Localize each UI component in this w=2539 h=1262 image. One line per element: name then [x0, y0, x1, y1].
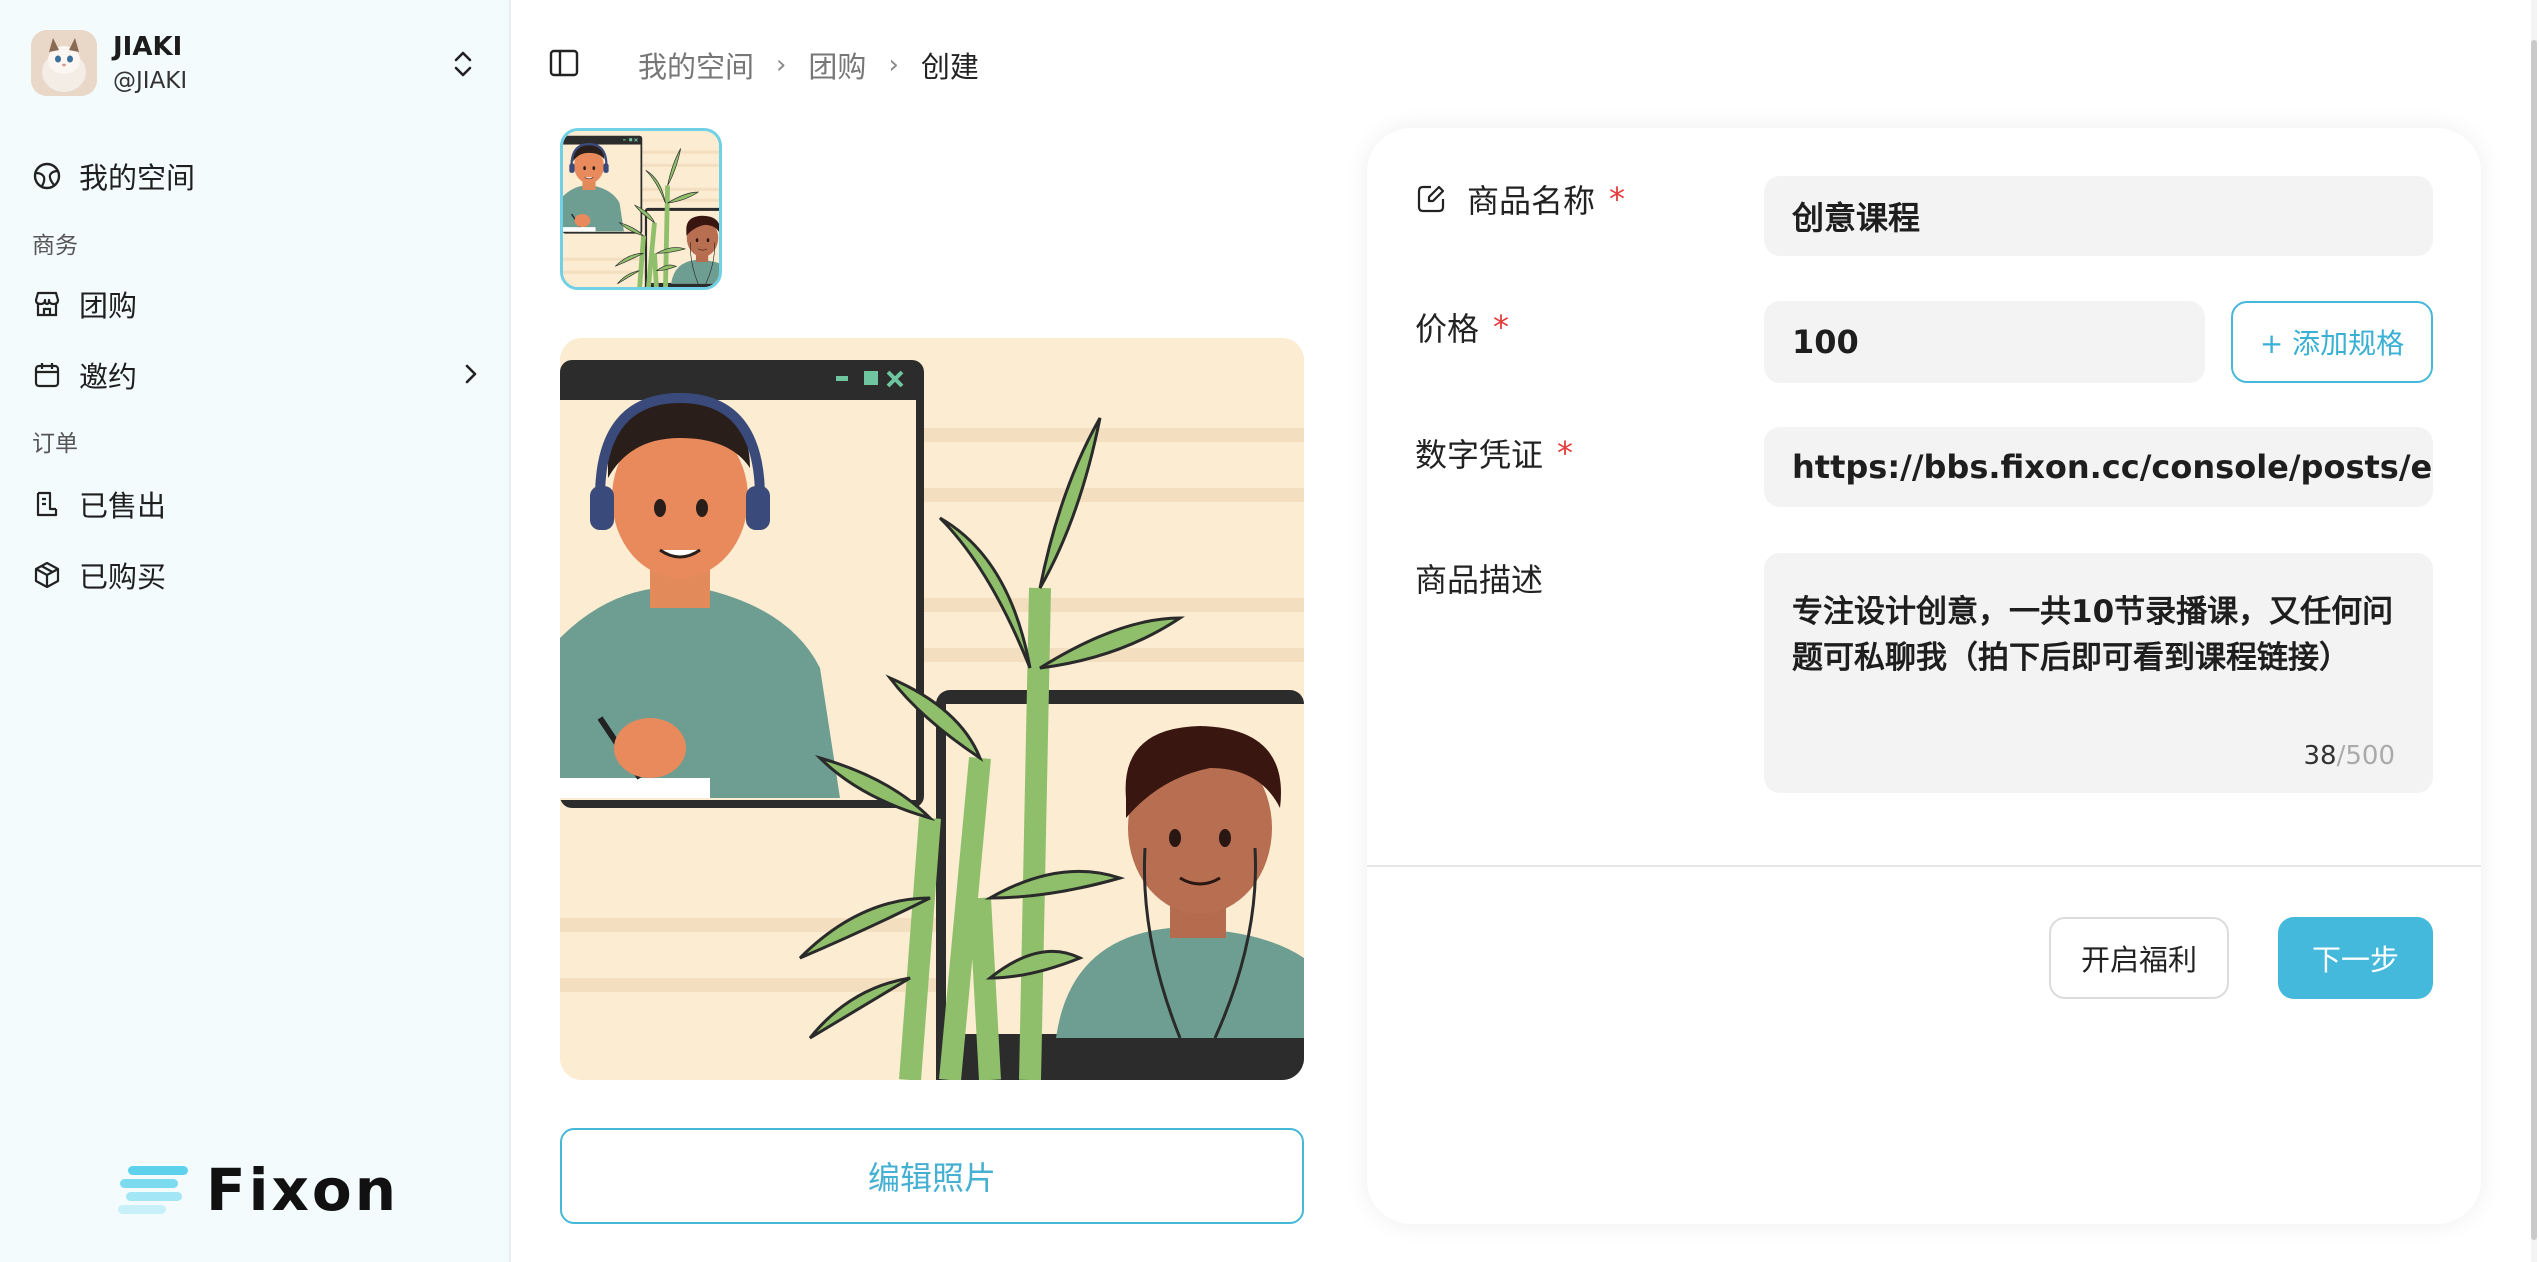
edit-photo-button[interactable]: 编辑照片 — [560, 1128, 1304, 1224]
sidebar-item-label: 邀约 — [79, 360, 138, 394]
calendar-icon — [31, 359, 63, 391]
sidebar-toggle-icon[interactable] — [548, 47, 580, 79]
voucher-label-text: 数字凭证 — [1415, 436, 1544, 474]
brand-logo: Fixon — [118, 1156, 399, 1224]
sidebar-item-invite[interactable]: 邀约 — [31, 350, 481, 400]
enable-welfare-button[interactable]: 开启福利 — [2049, 917, 2229, 999]
account-switcher[interactable]: JIAKI @JIAKI — [31, 30, 481, 98]
store-icon — [31, 288, 63, 320]
profile-handle: @JIAKI — [113, 68, 188, 94]
description-label: 商品描述 — [1415, 555, 1543, 601]
photo-thumbnail[interactable] — [560, 128, 722, 290]
product-name-label: 商品名称 * — [1415, 176, 1625, 222]
required-mark: * — [1609, 180, 1626, 218]
breadcrumb: 我的空间 › 团购 › 创建 — [638, 44, 979, 86]
sidebar: JIAKI @JIAKI 我的空间 商务 团购 邀约 订单 已售出 已购买 Fi… — [0, 0, 511, 1262]
sidebar-item-my-space[interactable]: 我的空间 — [31, 151, 481, 201]
description-textarea[interactable]: 专注设计创意，一共10节录播课，又任何问题可私聊我（拍下后即可看到课程链接） 3… — [1764, 553, 2433, 793]
breadcrumb-create: 创建 — [920, 50, 979, 84]
scrollbar-thumb[interactable] — [2531, 40, 2537, 1240]
brand-mark-icon — [118, 1166, 188, 1214]
description-label-text: 商品描述 — [1415, 561, 1544, 599]
voucher-url-input[interactable]: https://bbs.fixon.cc/console/posts/edito… — [1764, 427, 2433, 507]
product-name-input[interactable]: 创意课程 — [1764, 176, 2433, 256]
sidebar-item-sold[interactable]: 已售出 — [31, 479, 481, 529]
char-counter: 38/500 — [2304, 741, 2395, 771]
product-name-label-text: 商品名称 — [1467, 182, 1596, 220]
description-text: 专注设计创意，一共10节录播课，又任何问题可私聊我（拍下后即可看到课程链接） — [1792, 594, 2394, 676]
price-label-text: 价格 — [1415, 310, 1480, 348]
product-form-card: 商品名称 * 创意课程 价格 * 100 + 添加规格 数字凭证 * https… — [1367, 128, 2481, 1224]
chevron-up-down-icon[interactable] — [445, 46, 481, 82]
chevron-right-icon — [461, 359, 481, 396]
breadcrumb-my-space[interactable]: 我的空间 — [638, 44, 754, 86]
chevron-right-icon: › — [888, 50, 899, 80]
next-step-button[interactable]: 下一步 — [2278, 917, 2433, 999]
sidebar-item-label: 团购 — [79, 289, 138, 323]
breadcrumb-group-buy[interactable]: 团购 — [808, 44, 866, 86]
avatar — [31, 30, 97, 96]
required-mark: * — [1557, 434, 1574, 472]
edit-icon — [1415, 183, 1447, 215]
profile-name: JIAKI — [113, 32, 183, 62]
product-image — [560, 338, 1304, 1080]
char-count: 38 — [2303, 741, 2337, 771]
sidebar-item-label: 我的空间 — [79, 161, 196, 195]
sidebar-item-label: 已购买 — [79, 560, 167, 594]
sidebar-item-label: 已售出 — [79, 489, 167, 523]
add-spec-button[interactable]: + 添加规格 — [2231, 301, 2433, 383]
globe-icon — [31, 160, 63, 192]
section-label-business: 商务 — [32, 233, 78, 259]
voucher-label: 数字凭证 * — [1415, 430, 1573, 476]
chevron-right-icon: › — [776, 50, 787, 80]
receipt-icon — [31, 488, 63, 520]
divider — [1367, 865, 2481, 867]
price-input[interactable]: 100 — [1764, 301, 2205, 383]
brand-name: Fixon — [206, 1156, 400, 1224]
required-mark: * — [1493, 308, 1510, 346]
sidebar-item-purchased[interactable]: 已购买 — [31, 550, 481, 600]
sidebar-item-group-buy[interactable]: 团购 — [31, 279, 481, 329]
char-max: /500 — [2336, 741, 2395, 771]
section-label-orders: 订单 — [32, 431, 78, 457]
price-label: 价格 * — [1415, 304, 1509, 350]
package-icon — [31, 559, 63, 591]
